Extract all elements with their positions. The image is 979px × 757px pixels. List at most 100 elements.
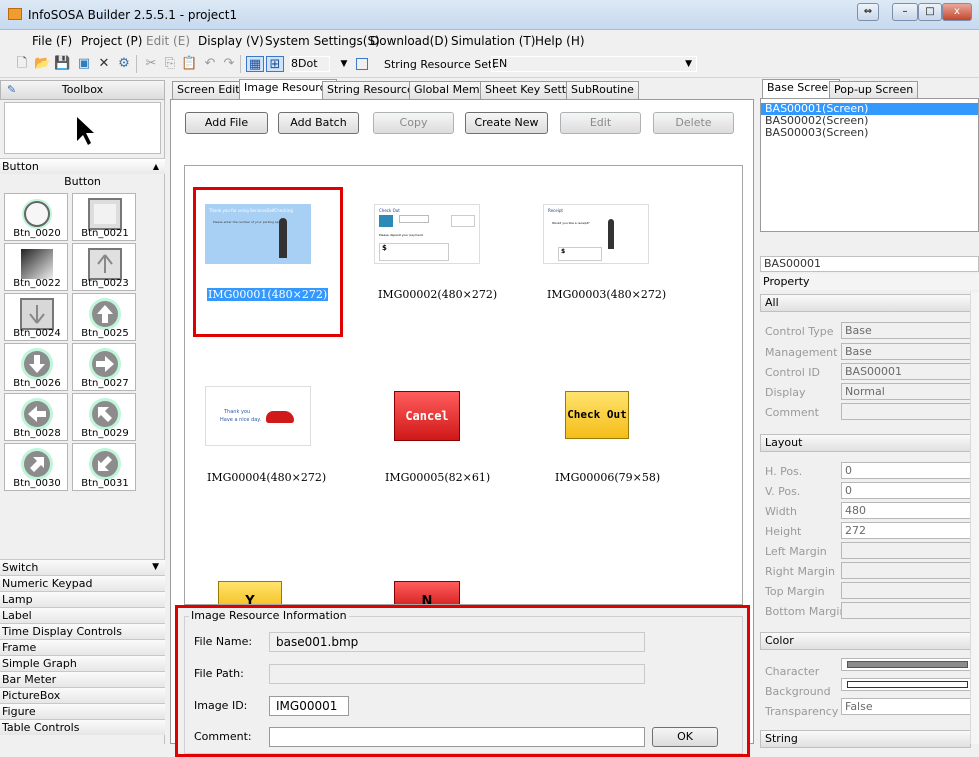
category-switch[interactable]: Switch ▼ [0, 559, 165, 575]
section-string[interactable]: String [760, 730, 971, 748]
paste-icon[interactable]: 📋 [181, 56, 197, 72]
open-folder-icon[interactable]: 📂 [34, 56, 50, 72]
snap-grid-icon[interactable]: ⊞ [266, 56, 284, 72]
category-button[interactable]: Button ▲ [0, 158, 165, 174]
screen-item[interactable]: BAS00003(Screen) [761, 127, 978, 139]
comment-field[interactable] [269, 727, 645, 747]
section-layout[interactable]: Layout [760, 434, 971, 452]
restore-icon[interactable]: ⇔ [857, 3, 879, 21]
menu-file[interactable]: File (F) [32, 34, 72, 48]
menu-download[interactable]: Download(D) [370, 34, 448, 48]
menu-display[interactable]: Display (V) [198, 34, 264, 48]
image-thumbnail[interactable]: Receipt Would you like a receipt? $ [543, 204, 649, 264]
image-caption[interactable]: IMG00004(480×272) [207, 471, 326, 484]
section-color[interactable]: Color [760, 632, 971, 650]
prop-value[interactable]: 0 [841, 462, 971, 479]
category-numeric-keypad[interactable]: Numeric Keypad [0, 575, 165, 591]
delete-button[interactable]: Delete [653, 112, 734, 134]
delete-icon[interactable]: ✕ [96, 56, 112, 72]
prop-value[interactable]: 480 [841, 502, 971, 519]
prop-value[interactable]: 0 [841, 482, 971, 499]
prop-value[interactable]: Base [841, 343, 971, 360]
property-object-select[interactable]: BAS00001 [760, 256, 979, 272]
copy-icon[interactable]: ⎘ [162, 56, 178, 72]
cut-icon[interactable]: ✂ [143, 56, 159, 72]
tool-btn-0023[interactable]: Btn_0023 [72, 243, 136, 291]
image-id-field[interactable]: IMG00001 [269, 696, 349, 716]
menu-system-settings[interactable]: System Settings(S) [265, 34, 380, 48]
image-caption[interactable]: IMG00005(82×61) [385, 471, 490, 484]
prop-value[interactable]: 272 [841, 522, 971, 539]
tool-btn-0026[interactable]: Btn_0026 [4, 343, 68, 391]
undo-icon[interactable]: ↶ [202, 56, 218, 72]
prop-value[interactable] [841, 562, 971, 579]
string-set-select[interactable]: EN ▼ [491, 56, 697, 72]
image-caption[interactable]: IMG00003(480×272) [547, 288, 666, 301]
file-path-field[interactable] [269, 664, 645, 684]
properties-icon[interactable]: ⚙ [116, 56, 132, 72]
cancel-image[interactable]: Cancel [394, 391, 460, 441]
pointer-tool[interactable] [4, 102, 161, 154]
tool-btn-0029[interactable]: Btn_0029 [72, 393, 136, 441]
new-file-icon[interactable]: 🗋 [14, 56, 30, 72]
minimize-button[interactable]: – [892, 3, 918, 21]
new-screen-icon[interactable]: ▣ [76, 56, 92, 72]
tool-btn-0024[interactable]: Btn_0024 [4, 293, 68, 341]
menu-project[interactable]: Project (P) [81, 34, 142, 48]
maximize-button[interactable]: □ [918, 3, 942, 21]
file-name-field[interactable]: base001.bmp [269, 632, 645, 652]
tool-btn-0030[interactable]: Btn_0030 [4, 443, 68, 491]
create-new-button[interactable]: Create New [465, 112, 548, 134]
prop-value[interactable]: BAS00001 [841, 363, 971, 380]
category-picturebox[interactable]: PictureBox [0, 687, 165, 703]
prop-value[interactable]: Normal [841, 383, 971, 400]
grid-size-select[interactable]: 8Dot [290, 56, 330, 72]
image-thumbnail[interactable]: Check Out Please deposit your payment $ [374, 204, 480, 264]
tool-btn-0021[interactable]: Btn_0021 [72, 193, 136, 241]
redo-icon[interactable]: ↷ [221, 56, 237, 72]
image-thumbnail[interactable]: Thank you Have a nice day. [205, 386, 311, 446]
string-set-checkbox[interactable] [356, 58, 368, 70]
category-bar-meter[interactable]: Bar Meter [0, 671, 165, 687]
image-caption[interactable]: IMG00006(79×58) [555, 471, 660, 484]
category-figure[interactable]: Figure [0, 703, 165, 719]
category-time-display[interactable]: Time Display Controls [0, 623, 165, 639]
edit-button[interactable]: Edit [560, 112, 641, 134]
tool-btn-0027[interactable]: Btn_0027 [72, 343, 136, 391]
close-button[interactable]: x [942, 3, 972, 21]
prop-value[interactable] [841, 582, 971, 599]
tool-btn-0028[interactable]: Btn_0028 [4, 393, 68, 441]
category-label[interactable]: Label [0, 607, 165, 623]
background-color-swatch[interactable] [841, 678, 971, 691]
tool-btn-0020[interactable]: Btn_0020 [4, 193, 68, 241]
chevron-down-icon[interactable]: ▼ [336, 56, 352, 72]
menu-simulation[interactable]: Simulation (T) [451, 34, 535, 48]
menu-help[interactable]: Help (H) [535, 34, 585, 48]
category-simple-graph[interactable]: Simple Graph [0, 655, 165, 671]
property-scrollbar[interactable] [970, 292, 979, 744]
prop-value[interactable] [841, 602, 971, 619]
image-caption[interactable]: IMG00002(480×272) [378, 288, 497, 301]
no-image[interactable]: N [394, 581, 460, 604]
tab-subroutine[interactable]: SubRoutine [566, 81, 639, 99]
prop-value[interactable]: Base [841, 322, 971, 339]
add-batch-button[interactable]: Add Batch [278, 112, 359, 134]
grid-icon[interactable]: ▦ [246, 56, 264, 72]
tool-btn-0022[interactable]: Btn_0022 [4, 243, 68, 291]
category-table-controls[interactable]: Table Controls [0, 719, 165, 735]
tool-btn-0025[interactable]: Btn_0025 [72, 293, 136, 341]
ok-button[interactable]: OK [652, 727, 718, 747]
transparency-value[interactable]: False [841, 698, 971, 715]
category-lamp[interactable]: Lamp [0, 591, 165, 607]
save-icon[interactable]: 💾 [54, 56, 70, 72]
section-all[interactable]: All [760, 294, 971, 312]
category-frame[interactable]: Frame [0, 639, 165, 655]
menu-edit[interactable]: Edit (E) [146, 34, 190, 48]
checkout-image[interactable]: Check Out [565, 391, 629, 439]
copy-button[interactable]: Copy [373, 112, 454, 134]
prop-value[interactable] [841, 542, 971, 559]
yes-image[interactable]: Y [218, 581, 282, 604]
character-color-swatch[interactable] [841, 658, 971, 671]
add-file-button[interactable]: Add File [185, 112, 268, 134]
tab-popup-screen[interactable]: Pop-up Screen [829, 81, 919, 99]
